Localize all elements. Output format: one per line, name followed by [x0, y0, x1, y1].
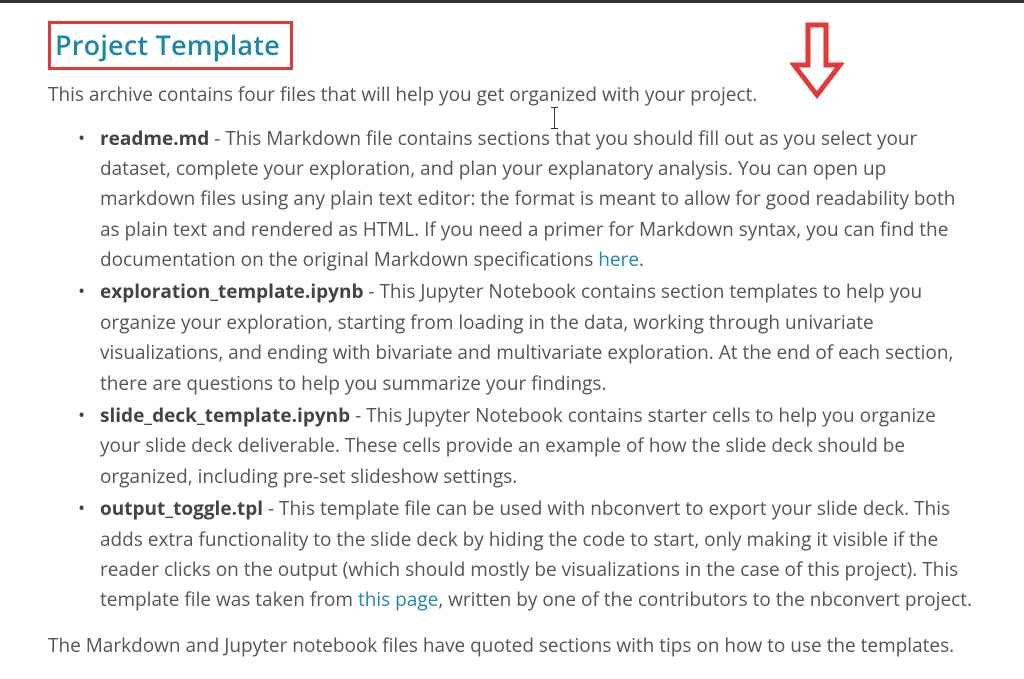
- file-name: exploration_template.ipynb: [100, 278, 363, 304]
- file-name: output_toggle.tpl: [100, 495, 263, 521]
- page-title: Project Template: [55, 26, 280, 63]
- arrow-down-icon: [790, 21, 844, 104]
- markdown-here-link[interactable]: here: [598, 246, 639, 272]
- file-desc-after: .: [639, 246, 644, 272]
- list-item: slide_deck_template.ipynb - This Jupyter…: [96, 400, 976, 491]
- file-name: slide_deck_template.ipynb: [100, 402, 350, 428]
- footer-paragraph: The Markdown and Jupyter notebook files …: [48, 631, 976, 660]
- file-list: readme.md - This Markdown file contains …: [48, 123, 976, 615]
- file-desc: - This Markdown file contains sections t…: [100, 125, 955, 273]
- file-desc-after: , written by one of the contributors to …: [438, 586, 972, 612]
- list-item: output_toggle.tpl - This template file c…: [96, 493, 976, 615]
- list-item: exploration_template.ipynb - This Jupyte…: [96, 276, 976, 398]
- heading-highlight-box: Project Template: [48, 21, 293, 70]
- this-page-link[interactable]: this page: [358, 586, 438, 612]
- list-item: readme.md - This Markdown file contains …: [96, 123, 976, 275]
- file-name: readme.md: [100, 125, 209, 151]
- text-cursor-icon: [554, 107, 555, 129]
- document-content: Project Template This archive contains f…: [0, 3, 1024, 679]
